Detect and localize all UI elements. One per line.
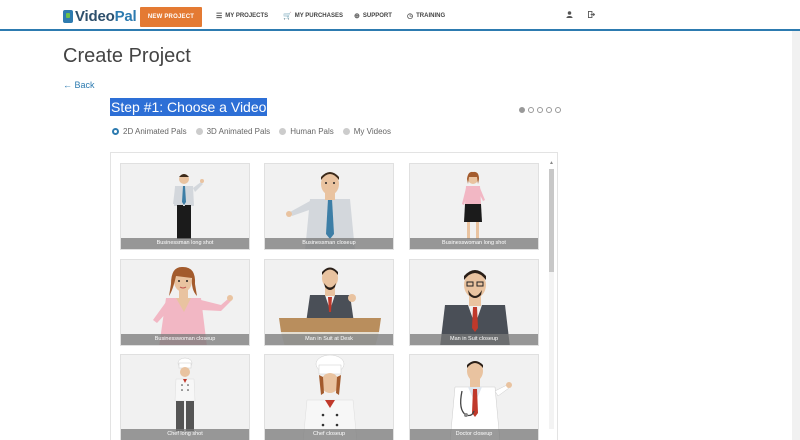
- logo-text-video: Video: [75, 7, 115, 25]
- cart-icon: 🛒: [283, 13, 292, 20]
- gallery-scrollbar-thumb[interactable]: [549, 169, 554, 272]
- nav-my-projects[interactable]: ☰ MY PROJECTS: [216, 12, 268, 20]
- step-dot-1: [519, 107, 525, 113]
- filter-label: 3D Animated Pals: [206, 127, 271, 136]
- step-indicator: [519, 107, 561, 113]
- video-card-man-in-suit-closeup[interactable]: Man in Suit closeup: [409, 259, 539, 346]
- filter-3d-animated[interactable]: 3D Animated Pals: [195, 127, 271, 136]
- video-card-label: Businesswoman closeup: [121, 334, 249, 345]
- radio-button[interactable]: [342, 128, 350, 135]
- step-dot-2: [528, 107, 534, 113]
- video-card-label: Doctor closeup: [410, 429, 538, 440]
- video-card-doctor-closeup[interactable]: Doctor closeup: [409, 354, 539, 440]
- nav-training[interactable]: ◷ TRAINING: [407, 12, 445, 20]
- character-image: [174, 357, 196, 431]
- step-dot-5: [555, 107, 561, 113]
- video-card-businessman-closeup[interactable]: Businessman closeup: [264, 163, 394, 250]
- character-image: [449, 361, 512, 440]
- logout-icon[interactable]: [588, 11, 596, 20]
- gallery-scrollbar[interactable]: [549, 169, 554, 429]
- filter-2d-animated[interactable]: 2D Animated Pals: [112, 127, 187, 136]
- list-icon: ☰: [216, 13, 223, 20]
- filter-human-pals[interactable]: Human Pals: [279, 127, 334, 136]
- character-image: [302, 355, 358, 440]
- step-title: Step #1: Choose a Video: [110, 98, 268, 116]
- video-gallery: Businessman long shot Businessman closeu…: [110, 152, 558, 440]
- filter-my-videos[interactable]: My Videos: [342, 127, 391, 136]
- video-card-chef-long-shot[interactable]: Chef long shot: [120, 354, 250, 440]
- back-link[interactable]: ← Back: [63, 80, 95, 90]
- video-card-label: Businesswoman long shot: [410, 238, 538, 249]
- step-dot-3: [537, 107, 543, 113]
- radio-button[interactable]: [195, 128, 203, 135]
- video-card-businessman-long-shot[interactable]: Businessman long shot: [120, 163, 250, 250]
- video-card-label: Chef closeup: [265, 429, 393, 440]
- video-card-label: Businessman closeup: [265, 238, 393, 249]
- top-navbar: VideoPal NEW PROJECT ☰ MY PROJECTS 🛒 MY …: [0, 0, 800, 31]
- user-icon[interactable]: [566, 11, 573, 20]
- nav-support[interactable]: ⊕ SUPPORT: [354, 12, 392, 20]
- clock-icon: ◷: [407, 13, 414, 20]
- video-card-chef-closeup[interactable]: Chef closeup: [264, 354, 394, 440]
- video-card-label: Man in Suit closeup: [410, 334, 538, 345]
- video-card-label: Man in Suit at Desk: [265, 334, 393, 345]
- step-dot-4: [546, 107, 552, 113]
- nav-support-label: SUPPORT: [362, 13, 392, 19]
- page-scrollbar[interactable]: [792, 31, 800, 440]
- nav-training-label: TRAINING: [416, 13, 446, 19]
- nav-my-purchases-label: MY PURCHASES: [294, 13, 343, 19]
- videopal-logo[interactable]: VideoPal: [63, 7, 137, 25]
- filter-label: Human Pals: [290, 127, 334, 136]
- video-card-label: Chef long shot: [121, 429, 249, 440]
- logo-icon: [63, 9, 73, 23]
- filter-label: 2D Animated Pals: [123, 127, 187, 136]
- video-type-filter: 2D Animated Pals 3D Animated Pals Human …: [112, 127, 400, 136]
- video-card-label: Businessman long shot: [121, 238, 249, 249]
- nav-my-purchases[interactable]: 🛒 MY PURCHASES: [283, 12, 343, 20]
- filter-label: My Videos: [353, 127, 391, 136]
- video-card-businesswoman-closeup[interactable]: Businesswoman closeup: [120, 259, 250, 346]
- radio-button[interactable]: [112, 128, 119, 135]
- lifebuoy-icon: ⊕: [354, 13, 360, 20]
- new-project-button[interactable]: NEW PROJECT: [140, 7, 202, 27]
- scroll-up-arrow-icon[interactable]: ▲: [549, 161, 554, 166]
- nav-my-projects-label: MY PROJECTS: [225, 13, 269, 19]
- video-card-businesswoman-long-shot[interactable]: Businesswoman long shot: [409, 163, 539, 250]
- video-card-man-in-suit-at-desk[interactable]: Man in Suit at Desk: [264, 259, 394, 346]
- page-title: Create Project: [63, 45, 191, 67]
- radio-button[interactable]: [279, 128, 287, 135]
- logo-text-pal: Pal: [114, 7, 137, 25]
